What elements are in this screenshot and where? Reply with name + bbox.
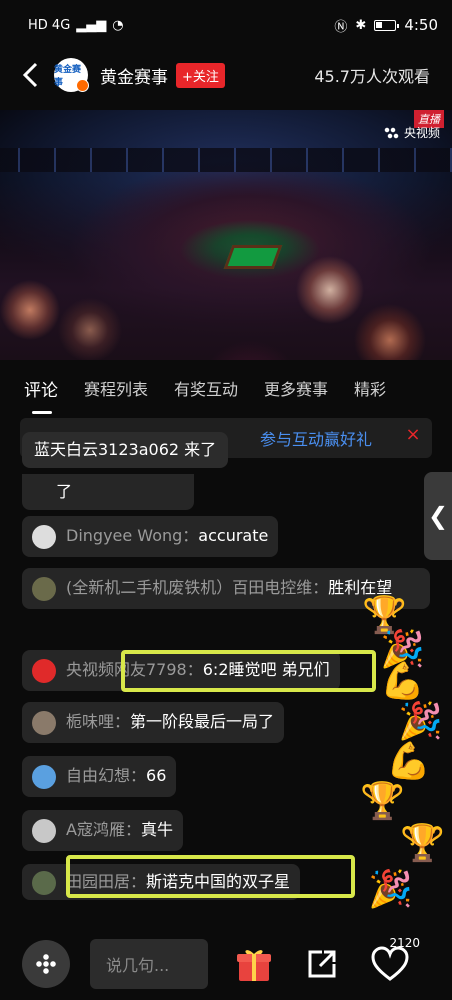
list-item: 了 [22,474,194,510]
cctv-logo-icon [383,126,400,139]
bottom-bar: 说几句... 2120 [0,928,452,1000]
gift-icon [237,950,271,981]
channel-header: 黄金赛事 黄金赛事 +关注 45.7万人次观看 [0,50,452,100]
status-right: Ⓝ ✱ 4:50 [334,16,438,35]
promo-text[interactable]: 参与互动赢好礼 [260,426,372,450]
avatar[interactable] [32,764,56,789]
join-notice-text: 蓝天白云3123a062 来了 [34,440,217,459]
avatar[interactable] [32,818,56,843]
battery-icon [374,19,400,31]
avatar[interactable] [32,524,56,549]
flexed-biceps-icon: 💪 [380,661,425,702]
comment-sep: ： [114,712,131,731]
tab-interaction[interactable]: 有奖互动 [161,362,251,414]
comment-sep: ： [182,526,199,545]
comment-user[interactable]: Dingyee Wong [66,526,182,545]
side-panel-toggle[interactable]: ❮ [424,472,452,560]
comment-text: 66 [146,766,167,785]
comment-text: accurate [198,526,269,545]
menu-button[interactable] [22,940,70,988]
comment-user[interactable]: A寇鸿雁 [66,820,125,839]
video-player[interactable]: 直播 央视频 [0,110,452,360]
diamond-dots-icon [36,954,56,974]
list-item: Dingyee Wong：accurate [22,516,279,557]
view-count: 45.7万人次观看 [314,67,430,86]
avatar[interactable] [32,710,56,735]
status-left: HD 4G ▂▄▆ ◔ [28,18,124,33]
comment-text: 第一阶段最后一局了 [130,712,275,731]
tab-highlights[interactable]: 精彩 [341,362,399,414]
comment-user[interactable]: 栀味哩 [66,712,114,731]
signal-icon: ▂▄▆ [76,17,107,33]
watermark-text: 央视频 [403,126,440,140]
bluetooth-icon: ✱ [355,17,367,33]
avatar[interactable] [32,658,56,683]
party-popper-icon: 🎉 [368,869,413,910]
watermark: 央视频 [383,124,440,141]
network-indicator: HD 4G [28,17,71,33]
list-item: 栀味哩：第一阶段最后一局了 [22,702,285,743]
follow-button[interactable]: +关注 [176,62,225,88]
join-notice: 蓝天白云3123a062 来了 [22,432,229,468]
tab-schedule[interactable]: 赛程列表 [71,362,161,414]
channel-avatar[interactable]: 黄金赛事 [54,58,89,92]
highlight-box [66,855,355,898]
gift-button[interactable] [232,942,276,986]
tab-bar: 评论 赛程列表 有奖互动 更多赛事 精彩 [0,362,452,414]
close-icon[interactable]: × [400,424,426,445]
chevron-left-icon [22,62,38,88]
comment-sep: ： [124,820,141,839]
avatar[interactable] [32,870,56,895]
clock: 4:50 [404,16,438,34]
list-item: A寇鸿雁：真牛 [22,810,183,851]
flexed-biceps-icon: 💪 [386,741,431,782]
channel-name[interactable]: 黄金赛事 [100,63,168,88]
list-item: 自由幻想：66 [22,756,177,797]
comment-user[interactable]: (全新机二手机废铁机）百田电控维 [66,578,312,597]
comment-sep: ： [312,578,329,597]
logo-text: 黄金赛事 [54,65,82,88]
comment-text: 了 [56,482,73,501]
comment-input[interactable]: 说几句... [90,939,208,989]
trophy-icon: 🏆 [400,823,445,864]
comment-sep: ： [130,766,147,785]
share-icon [308,950,336,978]
arena-lights [0,148,452,172]
tab-more-events[interactable]: 更多赛事 [251,362,341,414]
like-count: 2120 [389,936,420,950]
back-button[interactable] [0,50,60,100]
tab-comments[interactable]: 评论 [0,362,71,414]
comment-text: 真牛 [140,820,173,839]
heart-icon [371,946,409,981]
crowd-scene [0,180,452,360]
party-popper-icon: 🎉 [398,701,443,742]
wifi-icon: ◔ [112,17,124,33]
status-bar: HD 4G ▂▄▆ ◔ Ⓝ ✱ 4:50 [0,0,452,50]
avatar[interactable] [32,576,56,601]
like-button[interactable]: 2120 [368,936,420,986]
comment-user[interactable]: 自由幻想 [66,766,130,785]
chevron-left-icon: ❮ [427,502,449,530]
snooker-table [223,245,283,269]
nfc-icon: Ⓝ [334,19,348,35]
highlight-box [121,650,376,692]
share-button[interactable] [300,942,344,986]
trophy-icon: 🏆 [360,781,405,822]
